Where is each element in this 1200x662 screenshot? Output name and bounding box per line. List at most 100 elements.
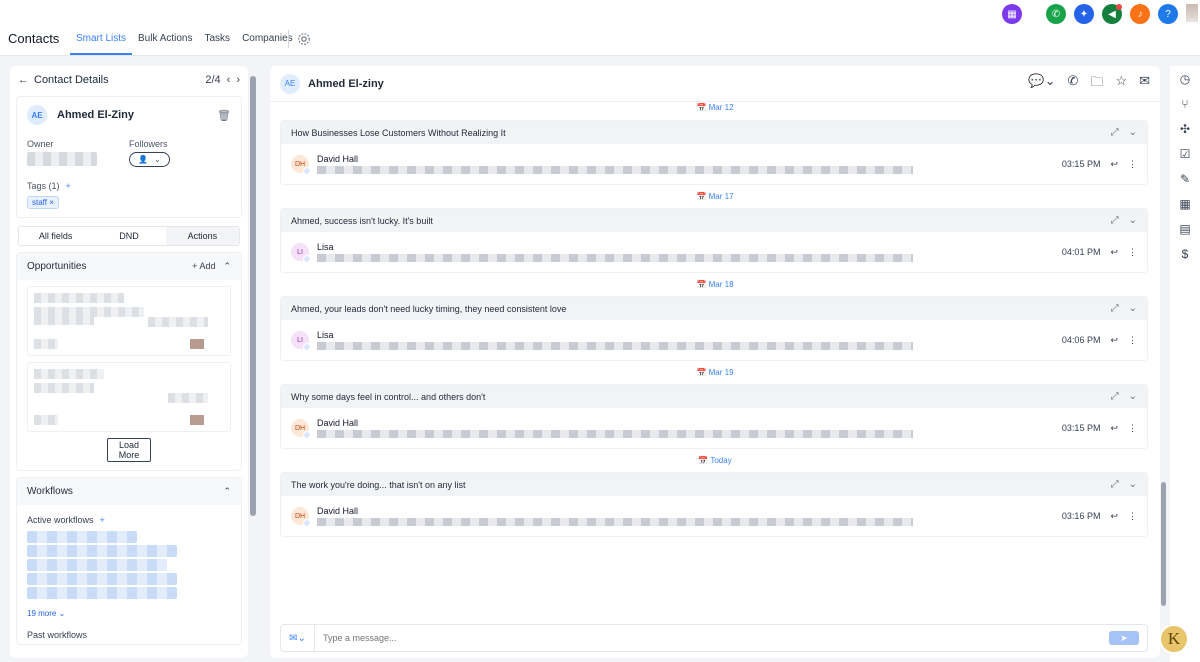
apps-icon[interactable]: ✣ <box>1170 116 1200 141</box>
gear-icon[interactable] <box>297 32 311 46</box>
back-arrow-icon[interactable]: ← <box>18 74 29 86</box>
tab-actions[interactable]: Actions <box>165 227 239 245</box>
workflow-item[interactable] <box>27 587 177 599</box>
more-workflows-link[interactable]: 19 more ⌄ <box>17 601 241 620</box>
expand-icon[interactable]: ⤢ <box>1111 303 1119 314</box>
conversation-item[interactable]: Ahmed, your leads don't need lucky timin… <box>280 296 1148 361</box>
workflow-item[interactable] <box>27 531 137 543</box>
conversation-list: How Businesses Lose Customers Without Re… <box>270 120 1160 537</box>
expand-icon[interactable]: ⤢ <box>1111 479 1119 490</box>
send-button[interactable]: ➤ <box>1109 631 1139 645</box>
expand-icon[interactable]: ⤢ <box>1111 127 1119 138</box>
bell-icon[interactable]: ♪ <box>1130 4 1150 24</box>
document-icon[interactable]: ▤ <box>1170 216 1200 241</box>
more-options-icon[interactable]: ⋮ <box>1128 335 1137 346</box>
date-label: Mar 19 <box>708 368 734 377</box>
conversation-item[interactable]: Ahmed, success isn't lucky. It's built ⤢ ⌄… <box>280 208 1148 273</box>
reply-icon[interactable]: ↩ <box>1110 335 1118 346</box>
prev-icon[interactable]: ‹ <box>227 74 231 86</box>
more-options-icon[interactable]: ⋮ <box>1128 159 1137 170</box>
date-separator: 📅 Mar 19 <box>696 368 734 377</box>
message-row[interactable]: LI Lisa 04:01 PM ↩ ⋮ <box>281 232 1147 272</box>
folder-icon[interactable]: 🗀 <box>1090 73 1103 95</box>
add-opportunity-button[interactable]: + Add <box>192 261 215 272</box>
tab-tasks[interactable]: Tasks <box>199 27 237 55</box>
tab-smart-lists[interactable]: Smart Lists <box>70 27 133 55</box>
more-options-icon[interactable]: ⋮ <box>1128 511 1137 522</box>
message-row[interactable]: DH David Hall 03:15 PM ↩ ⋮ <box>281 144 1147 184</box>
message-row[interactable]: DH David Hall 03:15 PM ↩ ⋮ <box>281 408 1147 448</box>
conversation-subject-bar[interactable]: How Businesses Lose Customers Without Re… <box>281 121 1147 144</box>
megaphone-icon[interactable]: ◀ <box>1102 4 1122 24</box>
expand-icon[interactable]: ⤢ <box>1111 215 1119 226</box>
more-options-icon[interactable]: ⋮ <box>1128 423 1137 434</box>
conversation-subject-bar[interactable]: Why some days feel in control... and oth… <box>281 385 1147 408</box>
call-icon[interactable]: ✆ <box>1068 73 1079 95</box>
dollar-icon[interactable]: $ <box>1170 241 1200 266</box>
magic-icon[interactable]: ✦ <box>1074 4 1094 24</box>
channel-select[interactable]: ✉⌄ <box>281 625 315 651</box>
reply-icon[interactable]: ↩ <box>1110 159 1118 170</box>
contact-details-title: Contact Details <box>34 74 109 86</box>
left-scrollbar[interactable] <box>250 76 256 516</box>
chevron-down-icon[interactable]: ⌄ <box>1129 127 1137 138</box>
conversation-subject-bar[interactable]: The work you're doing... that isn't on a… <box>281 473 1147 496</box>
app-launcher-icon[interactable]: ▦ <box>1002 4 1022 24</box>
more-options-icon[interactable]: ⋮ <box>1128 247 1137 258</box>
followers-dropdown[interactable]: 👤 ⌄ <box>129 152 170 167</box>
tab-all-fields[interactable]: All fields <box>19 227 92 245</box>
chevron-up-icon[interactable]: ⌃ <box>223 486 231 497</box>
add-workflow-icon[interactable]: + <box>100 515 105 525</box>
message-row[interactable]: LI Lisa 04:06 PM ↩ ⋮ <box>281 320 1147 360</box>
opportunity-card[interactable] <box>27 362 231 432</box>
chevron-up-icon[interactable]: ⌃ <box>223 261 231 272</box>
workflow-item[interactable] <box>27 545 177 557</box>
clock-icon[interactable]: ◷ <box>1170 66 1200 91</box>
chevron-down-icon[interactable]: ⌄ <box>1129 215 1137 226</box>
pen-icon[interactable]: ✎ <box>1170 166 1200 191</box>
tab-bulk-actions[interactable]: Bulk Actions <box>132 27 198 55</box>
conversation-item[interactable]: How Businesses Lose Customers Without Re… <box>280 120 1148 185</box>
expand-icon[interactable]: ⤢ <box>1111 391 1119 402</box>
conversation-item[interactable]: The work you're doing... that isn't on a… <box>280 472 1148 537</box>
flow-icon[interactable]: ⑂ <box>1170 91 1200 116</box>
profile-badge[interactable]: K <box>1159 624 1189 654</box>
tab-companies[interactable]: Companies <box>236 27 299 55</box>
conversation-subject: Ahmed, success isn't lucky. It's built <box>291 215 433 226</box>
sender-name: Lisa <box>317 330 334 340</box>
add-tag-icon[interactable]: + <box>66 181 71 191</box>
chevron-down-icon[interactable]: ⌄ <box>1129 391 1137 402</box>
trash-icon[interactable]: 🗑 <box>217 109 231 122</box>
conversation-subject-bar[interactable]: Ahmed, your leads don't need lucky timin… <box>281 297 1147 320</box>
chat-dropdown-icon[interactable]: 💬⌄ <box>1028 73 1055 95</box>
message-row[interactable]: DH David Hall 03:16 PM ↩ ⋮ <box>281 496 1147 536</box>
phone-icon[interactable]: ✆ <box>1046 4 1066 24</box>
conversation-subject-bar[interactable]: Ahmed, success isn't lucky. It's built ⤢ ⌄ <box>281 209 1147 232</box>
top-icons: ▦ ✆ ✦ ◀ ♪ ? <box>1002 4 1178 24</box>
owner-value[interactable] <box>27 152 97 166</box>
tab-dnd[interactable]: DND <box>92 227 165 245</box>
task-icon[interactable]: ☑ <box>1170 141 1200 166</box>
workflows-section: Workflows ⌃ Active workflows + 19 more ⌄ … <box>16 477 242 645</box>
chevron-down-icon[interactable]: ⌄ <box>1129 303 1137 314</box>
next-icon[interactable]: › <box>236 74 240 86</box>
reply-icon[interactable]: ↩ <box>1110 247 1118 258</box>
reply-icon[interactable]: ↩ <box>1110 423 1118 434</box>
sender-avatar: DH <box>291 419 311 439</box>
load-more-button[interactable]: Load More <box>107 438 151 462</box>
message-time: 03:16 PM <box>1061 510 1101 521</box>
mail-icon[interactable]: ✉ <box>1139 73 1150 95</box>
opportunity-card[interactable] <box>27 286 231 356</box>
conversation-item[interactable]: Why some days feel in control... and oth… <box>280 384 1148 449</box>
calendar-icon[interactable]: ▦ <box>1170 191 1200 216</box>
workflow-item[interactable] <box>27 573 177 585</box>
tag-chip[interactable]: staff × <box>27 196 59 209</box>
reply-icon[interactable]: ↩ <box>1110 511 1118 522</box>
star-icon[interactable]: ☆ <box>1115 73 1127 95</box>
chevron-down-icon[interactable]: ⌄ <box>1129 479 1137 490</box>
help-icon[interactable]: ? <box>1158 4 1178 24</box>
user-avatar[interactable] <box>1186 4 1198 22</box>
workflow-item[interactable] <box>27 559 167 571</box>
conversation-scrollbar[interactable] <box>1161 482 1166 606</box>
message-input[interactable] <box>315 633 1109 643</box>
